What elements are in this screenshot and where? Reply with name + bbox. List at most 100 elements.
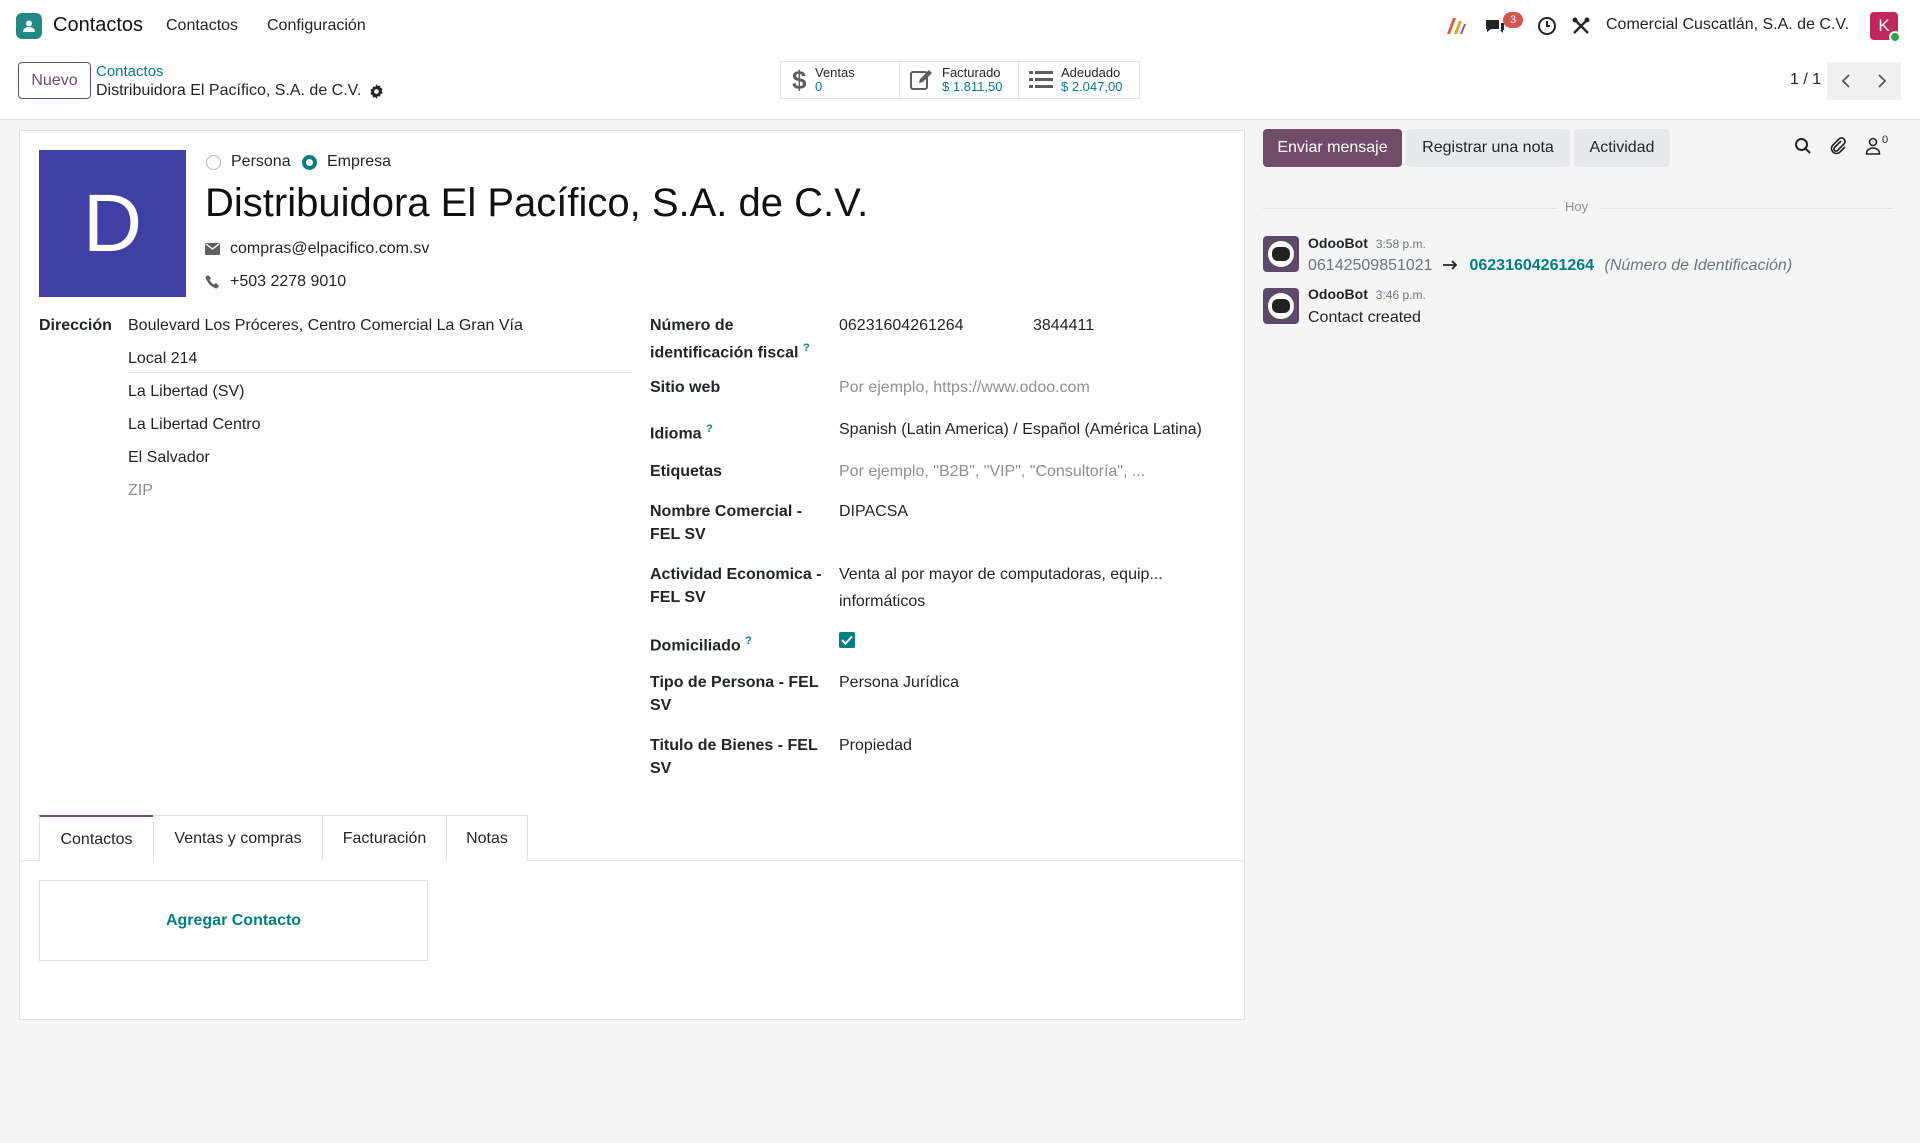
pager-previous-button[interactable] bbox=[1827, 62, 1865, 100]
odoobot-avatar[interactable] bbox=[1263, 288, 1299, 324]
email-row: compras@elpacifico.com.sv bbox=[205, 240, 429, 258]
top-navbar: Contactos Contactos Configuración 3 Come… bbox=[0, 0, 1920, 52]
phone-field[interactable]: +503 2278 9010 bbox=[230, 273, 346, 291]
company-switcher[interactable]: Comercial Cuscatlán, S.A. de C.V. bbox=[1606, 16, 1849, 34]
envelope-icon bbox=[205, 243, 220, 255]
breadcrumb-parent[interactable]: Contactos bbox=[96, 63, 164, 80]
nit-extra-field[interactable]: 3844411 bbox=[1033, 312, 1094, 339]
label-line: Idioma bbox=[650, 425, 702, 443]
help-tooltip-icon[interactable]: ? bbox=[706, 423, 713, 435]
nit-field[interactable]: 06231604261264 bbox=[839, 312, 964, 339]
country-field[interactable]: El Salvador bbox=[128, 444, 210, 471]
phone-icon bbox=[205, 275, 220, 289]
tab-notas[interactable]: Notas bbox=[446, 815, 528, 861]
state-field[interactable]: La Libertad Centro bbox=[128, 411, 261, 438]
add-contact-button[interactable]: Agregar Contacto bbox=[39, 880, 428, 961]
zip-field[interactable]: ZIP bbox=[128, 477, 153, 504]
send-message-button[interactable]: Enviar mensaje bbox=[1263, 129, 1402, 167]
language-field[interactable]: Spanish (Latin America) / Español (Améri… bbox=[839, 416, 1202, 443]
person-type-field[interactable]: Persona Jurídica bbox=[839, 669, 959, 696]
tags-label: Etiquetas bbox=[650, 463, 723, 480]
tracking-field-name: (Número de Identificación) bbox=[1604, 257, 1793, 274]
control-panel: Nuevo Contactos Distribuidora El Pacífic… bbox=[0, 52, 1920, 120]
tracking-old-value: 06142509851021 bbox=[1308, 257, 1433, 274]
street2-field[interactable]: Local 214 bbox=[128, 345, 197, 372]
menu-configuracion[interactable]: Configuración bbox=[267, 17, 366, 35]
smart-button-facturado[interactable]: Facturado $ 1.811,50 bbox=[899, 61, 1019, 99]
city-field[interactable]: La Libertad (SV) bbox=[128, 378, 245, 405]
tab-facturacion[interactable]: Facturación bbox=[322, 815, 447, 861]
economic-activity-label: Actividad Economica - FEL SV bbox=[650, 563, 822, 609]
trade-name-label: Nombre Comercial - FEL SV bbox=[650, 500, 802, 546]
pager-value[interactable]: 1 / 1 bbox=[1790, 71, 1821, 89]
paperclip-icon[interactable] bbox=[1829, 137, 1847, 155]
language-label: Idioma ? bbox=[650, 418, 713, 445]
street-field[interactable]: Boulevard Los Próceres, Centro Comercial… bbox=[128, 312, 523, 339]
odoobot-avatar[interactable] bbox=[1263, 236, 1299, 272]
activity-clock-icon[interactable] bbox=[1537, 16, 1557, 36]
radio-label: Persona bbox=[231, 153, 291, 170]
radio-circle-checked[interactable] bbox=[302, 154, 317, 170]
title-goods-field[interactable]: Propiedad bbox=[839, 732, 912, 759]
gear-icon[interactable] bbox=[369, 83, 384, 99]
author-name[interactable]: OdooBot bbox=[1308, 286, 1368, 302]
activity-button[interactable]: Actividad bbox=[1574, 129, 1670, 167]
message-author[interactable]: OdooBot 3:46 p.m. bbox=[1308, 286, 1426, 302]
radio-empresa[interactable]: Empresa bbox=[302, 153, 391, 171]
help-tooltip-icon[interactable]: ? bbox=[745, 635, 752, 647]
ai-assistant-icon[interactable] bbox=[1445, 16, 1467, 36]
follower-person-icon bbox=[1865, 137, 1881, 155]
company-avatar[interactable]: D bbox=[39, 150, 186, 297]
email-field[interactable]: compras@elpacifico.com.sv bbox=[230, 240, 429, 258]
smart-button-value: $ 1.811,50 bbox=[942, 79, 1003, 94]
dollar-icon: $ bbox=[791, 67, 807, 93]
trade-name-field[interactable]: DIPACSA bbox=[839, 498, 908, 525]
company-name-field[interactable]: Distribuidora El Pacífico, S.A. de C.V. bbox=[205, 181, 868, 226]
separator-line bbox=[1600, 208, 1893, 209]
followers-button[interactable]: 0 bbox=[1865, 134, 1889, 155]
radio-circle[interactable] bbox=[206, 154, 221, 170]
new-button[interactable]: Nuevo bbox=[18, 62, 91, 99]
label-line: SV bbox=[650, 697, 672, 714]
search-icon[interactable] bbox=[1794, 137, 1812, 155]
followers-count: 0 bbox=[1882, 134, 1889, 146]
contacts-app-icon[interactable] bbox=[16, 13, 42, 39]
address-label: Dirección bbox=[39, 317, 112, 334]
help-tooltip-icon[interactable]: ? bbox=[803, 342, 810, 354]
label-line: SV bbox=[650, 760, 672, 777]
radio-persona[interactable]: Persona bbox=[206, 153, 291, 171]
message-body: Contact created bbox=[1308, 309, 1421, 326]
label-line: identificación fiscal bbox=[650, 344, 799, 362]
tools-icon[interactable] bbox=[1571, 16, 1591, 36]
list-icon bbox=[1029, 70, 1053, 90]
label-line: Número de bbox=[650, 317, 734, 334]
date-separator: Hoy bbox=[1263, 198, 1893, 218]
tab-ventas-y-compras[interactable]: Ventas y compras bbox=[153, 815, 323, 861]
smart-button-ventas[interactable]: $ Ventas 0 bbox=[780, 61, 900, 99]
website-field[interactable]: Por ejemplo, https://www.odoo.com bbox=[839, 374, 1090, 401]
person-type-label: Tipo de Persona - FEL SV bbox=[650, 671, 819, 717]
tags-field[interactable]: Por ejemplo, "B2B", "VIP", "Consultoría"… bbox=[839, 458, 1145, 485]
website-label: Sitio web bbox=[650, 379, 721, 396]
value-line: informáticos bbox=[839, 593, 926, 610]
economic-activity-field[interactable]: Venta al por mayor de computadoras, equi… bbox=[839, 561, 1163, 615]
label-line: Domiciliado bbox=[650, 637, 741, 655]
date-separator-label: Hoy bbox=[1565, 199, 1589, 214]
user-avatar[interactable]: K bbox=[1870, 12, 1901, 43]
message-author[interactable]: OdooBot 3:58 p.m. bbox=[1308, 235, 1426, 251]
field-underline bbox=[128, 372, 632, 373]
author-name[interactable]: OdooBot bbox=[1308, 235, 1368, 251]
title-goods-label: Titulo de Bienes - FEL SV bbox=[650, 734, 818, 780]
app-name[interactable]: Contactos bbox=[53, 14, 143, 37]
pager-next-button[interactable] bbox=[1863, 62, 1901, 100]
menu-contactos[interactable]: Contactos bbox=[166, 17, 238, 35]
domiciled-checkbox[interactable] bbox=[839, 632, 855, 648]
smart-button-adeudado[interactable]: Adeudado $ 2.047,00 bbox=[1018, 61, 1140, 99]
label-line: Nombre Comercial - bbox=[650, 503, 803, 520]
smart-button-label: Facturado bbox=[942, 65, 1001, 80]
log-note-button[interactable]: Registrar una nota bbox=[1406, 129, 1570, 167]
tracking-new-value: 06231604261264 bbox=[1469, 257, 1595, 274]
radio-label: Empresa bbox=[327, 153, 392, 170]
tab-contactos[interactable]: Contactos bbox=[39, 815, 154, 862]
value-line: Venta al por mayor de computadoras, equi… bbox=[839, 566, 1163, 583]
